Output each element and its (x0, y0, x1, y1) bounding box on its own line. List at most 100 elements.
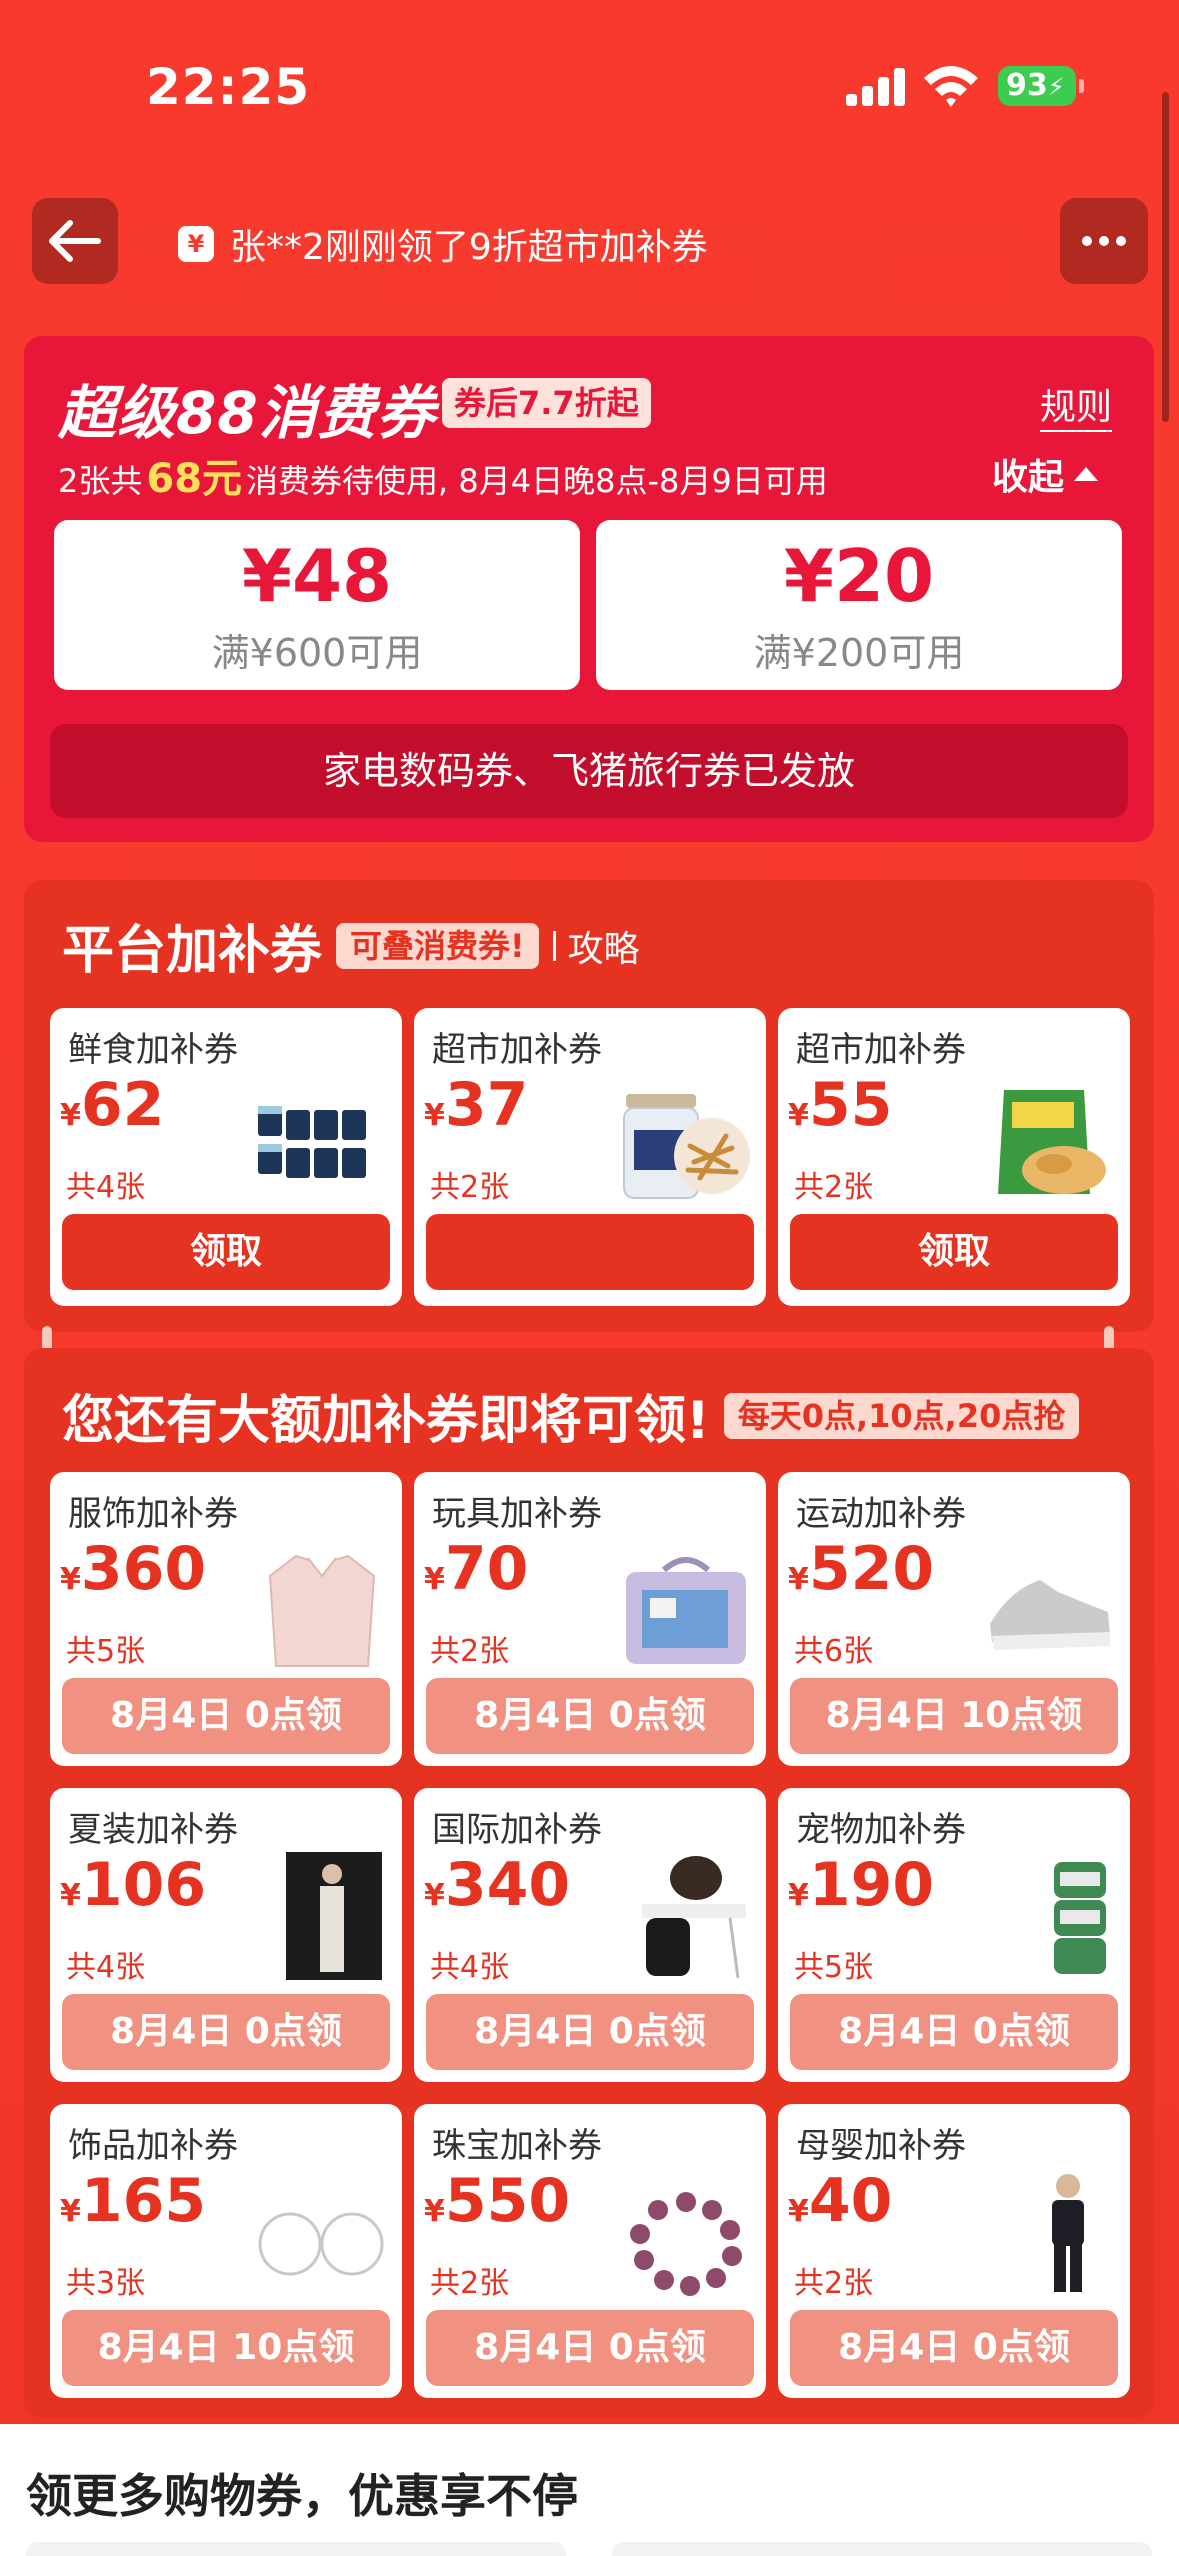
consumption-coupon[interactable]: ¥48 满¥600可用 (54, 520, 580, 690)
coupon-condition: 满¥600可用 (211, 631, 423, 675)
upcoming-coupon-tile[interactable]: 珠宝加补券 ¥550 共2张 8月4日 0点领 (414, 2104, 766, 2398)
coupon-name: 饰品加补券 (68, 2126, 238, 2166)
section-title: 平台加补券 (62, 921, 323, 981)
coupon-condition: 满¥200可用 (753, 631, 965, 675)
cellular-signal-icon (846, 66, 906, 106)
more-options-button[interactable] (1060, 198, 1148, 284)
coupon-amount: ¥165 (60, 2166, 206, 2236)
toy-case-image (620, 1550, 752, 1670)
battery-level: 93 (1006, 68, 1048, 103)
scheduled-claim-button[interactable]: 8月4日 10点领 (62, 2310, 390, 2386)
summer-outfit-image (256, 1852, 388, 1980)
coupon-count: 共3张 (66, 2266, 146, 2301)
coupon-name: 宠物加补券 (796, 1810, 966, 1850)
scheduled-claim-button[interactable]: 8月4日 0点领 (790, 2310, 1118, 2386)
battery-indicator: 93⚡ (998, 66, 1084, 106)
scheduled-claim-button[interactable]: 8月4日 0点领 (426, 2310, 754, 2386)
amount-value: 40 (808, 2166, 893, 2236)
cordyceps-jar-image (620, 1086, 752, 1206)
scheduled-claim-button[interactable]: 8月4日 0点领 (426, 1994, 754, 2070)
subsidy-coupon-tile[interactable]: 鲜食加补券 ¥62 共4张 领取 (50, 1008, 402, 1306)
coupon-icon: ¥ (178, 226, 214, 262)
rules-link[interactable]: 规则 (1040, 378, 1113, 432)
issued-notice[interactable]: 家电数码券、飞猪旅行券已发放 (50, 724, 1128, 818)
scheduled-claim-button[interactable]: 8月4日 10点领 (790, 1678, 1118, 1754)
coupon-name: 母婴加补券 (796, 2126, 966, 2166)
section-header: 您还有大额加补券即将可领! 每天0点,10点,20点抢 (62, 1378, 1080, 1453)
scroll-indicator (1162, 92, 1169, 422)
ticker-text: 张**2刚刚领了9折超市加补券 (230, 227, 708, 268)
coupon-amount: ¥106 (60, 1850, 206, 1920)
strategy-label: 攻略 (567, 928, 640, 970)
claim-button[interactable] (426, 1214, 754, 1290)
stackable-badge: 可叠消费券! (336, 922, 539, 969)
coupon-name: 服饰加补券 (68, 1494, 238, 1534)
upcoming-coupon-tile[interactable]: 母婴加补券 ¥40 共2张 8月4日 0点领 (778, 2104, 1130, 2398)
coupon-amount: ¥40 (788, 2166, 892, 2236)
claim-button[interactable]: 领取 (62, 1214, 390, 1290)
coupon-name: 超市加补券 (796, 1030, 966, 1070)
upcoming-coupon-tile[interactable]: 宠物加补券 ¥190 共5张 8月4日 0点领 (778, 1788, 1130, 2082)
coupon-count: 共4张 (430, 1950, 510, 1985)
pet-food-cans-image (984, 1852, 1116, 1974)
upcoming-coupon-tile[interactable]: 夏装加补券 ¥106 共4张 8月4日 0点领 (50, 1788, 402, 2082)
claim-ticker: ¥ 张**2刚刚领了9折超市加补券 (178, 218, 708, 270)
amount-value: 340 (444, 1850, 571, 1920)
discount-badge: 券后7.7折起 (442, 378, 651, 428)
currency-symbol: ¥ (788, 1562, 809, 1597)
upcoming-big-coupons-card: 您还有大额加补券即将可领! 每天0点,10点,20点抢 服饰加补券 ¥360 共… (24, 1348, 1154, 2418)
upcoming-coupon-tile[interactable]: 国际加补券 ¥340 共4张 8月4日 0点领 (414, 1788, 766, 2082)
coupon-count: 共2张 (794, 1170, 874, 1205)
collapse-button[interactable]: 收起 (992, 448, 1099, 500)
scheduled-claim-button[interactable]: 8月4日 0点领 (426, 1678, 754, 1754)
coupon-name: 鲜食加补券 (68, 1030, 238, 1070)
shopping-coupon-card-preview[interactable] (612, 2542, 1152, 2556)
coupon-amount: ¥360 (60, 1534, 206, 1604)
currency-symbol: ¥ (424, 1878, 445, 1913)
pearl-bracelet-image (620, 2182, 752, 2302)
upcoming-coupon-tile[interactable]: 玩具加补券 ¥70 共2张 8月4日 0点领 (414, 1472, 766, 1766)
upcoming-coupon-tile[interactable]: 服饰加补券 ¥360 共5张 8月4日 0点领 (50, 1472, 402, 1766)
coupon-name: 国际加补券 (432, 1810, 602, 1850)
back-button[interactable] (32, 198, 118, 284)
consumption-coupon[interactable]: ¥20 满¥200可用 (596, 520, 1122, 690)
summary-suffix: 消费券待使用, 8月4日晚8点-8月9日可用 (246, 462, 828, 500)
scheduled-claim-button[interactable]: 8月4日 0点领 (62, 1678, 390, 1754)
scheduled-claim-button[interactable]: 8月4日 0点领 (62, 1994, 390, 2070)
currency-symbol: ¥ (788, 2194, 809, 2229)
amount-value: 165 (80, 2166, 207, 2236)
coupon-amount: ¥550 (424, 2166, 570, 2236)
currency-symbol: ¥ (60, 1878, 81, 1913)
claim-button[interactable]: 领取 (790, 1214, 1118, 1290)
coupon-amount: ¥340 (424, 1850, 570, 1920)
amount-value: 62 (80, 1070, 165, 1140)
shopping-coupon-card-preview[interactable] (26, 2542, 566, 2556)
coupon-amount: ¥520 (788, 1534, 934, 1604)
coupon-count: 共6张 (794, 1634, 874, 1669)
subsidy-coupon-tile[interactable]: 超市加补券 ¥55 共2张 领取 (778, 1008, 1130, 1306)
amount-value: 106 (80, 1850, 207, 1920)
amount-value: 37 (444, 1070, 529, 1140)
coupon-name: 运动加补券 (796, 1494, 966, 1534)
amount-value: 55 (808, 1070, 893, 1140)
subsidy-coupon-tile[interactable]: 超市加补券 ¥37 共2张 (414, 1008, 766, 1306)
currency-symbol: ¥ (424, 1562, 445, 1597)
coupon-count: 共2张 (430, 1170, 510, 1205)
currency-symbol: ¥ (788, 1098, 809, 1133)
coupon-count: 共2张 (430, 2266, 510, 2301)
currency-symbol: ¥ (60, 1098, 81, 1133)
amount-value: 520 (808, 1534, 935, 1604)
scheduled-claim-button[interactable]: 8月4日 0点领 (790, 1994, 1118, 2070)
coupon-amount: ¥55 (788, 1070, 892, 1140)
upcoming-coupon-tile[interactable]: 运动加补券 ¥520 共6张 8月4日 10点领 (778, 1472, 1130, 1766)
currency-symbol: ¥ (60, 1562, 81, 1597)
strategy-link[interactable]: 攻略 (552, 920, 640, 972)
upcoming-coupon-tile[interactable]: 饰品加补券 ¥165 共3张 8月4日 10点领 (50, 2104, 402, 2398)
section-header: 平台加补券 可叠消费券! 攻略 (62, 908, 640, 983)
coupon-count: 共5张 (66, 1634, 146, 1669)
coupon-count: 共4张 (66, 1170, 146, 1205)
section-title: 您还有大额加补券即将可领! (62, 1391, 710, 1451)
coupon-amount: ¥70 (424, 1534, 528, 1604)
more-coupons-panel: 领更多购物券，优惠享不停 (0, 2424, 1179, 2556)
dot-icon (1116, 236, 1126, 246)
